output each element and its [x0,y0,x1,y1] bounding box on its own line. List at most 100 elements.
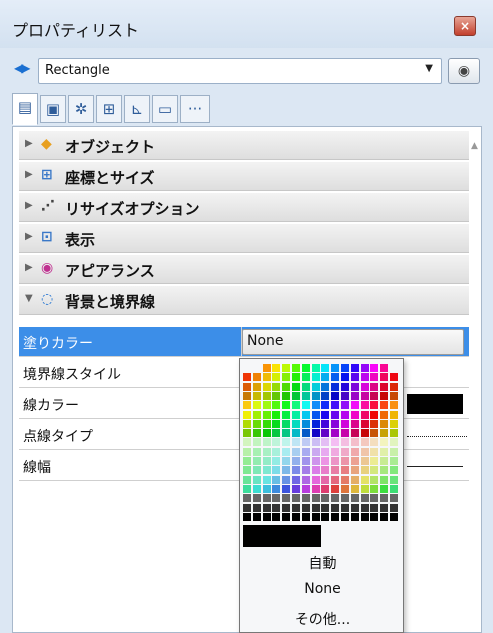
color-swatch[interactable] [341,447,349,456]
color-swatch[interactable] [272,438,281,447]
color-swatch[interactable] [272,429,281,438]
color-swatch[interactable] [252,447,261,456]
color-swatch[interactable] [272,401,281,410]
color-swatch[interactable] [321,447,330,456]
color-swatch[interactable] [262,401,271,410]
color-swatch[interactable] [370,447,379,456]
color-swatch[interactable] [390,438,398,447]
color-swatch[interactable] [380,484,389,493]
color-swatch[interactable] [282,475,291,484]
color-swatch[interactable] [282,438,291,447]
color-swatch[interactable] [390,373,398,382]
color-swatch[interactable] [301,494,310,503]
color-swatch[interactable] [262,364,271,372]
color-swatch[interactable] [282,512,291,521]
color-swatch[interactable] [243,512,251,521]
color-swatch[interactable] [252,438,261,447]
color-swatch[interactable] [360,447,369,456]
color-swatch[interactable] [370,391,379,400]
color-swatch[interactable] [321,438,330,447]
color-swatch[interactable] [331,494,340,503]
color-swatch[interactable] [380,512,389,521]
color-swatch[interactable] [341,475,349,484]
color-swatch[interactable] [243,382,251,391]
color-swatch[interactable] [282,391,291,400]
color-swatch[interactable] [341,484,349,493]
color-swatch[interactable] [301,382,310,391]
color-swatch[interactable] [282,373,291,382]
color-swatch[interactable] [350,457,359,465]
collapsed-triangle-icon[interactable]: ▶ [25,169,33,180]
scroll-up-icon[interactable]: ▲ [471,141,478,151]
color-swatch[interactable] [272,494,281,503]
color-swatch[interactable] [243,484,251,493]
color-swatch[interactable] [292,382,300,391]
color-swatch[interactable] [321,401,330,410]
color-swatch[interactable] [243,419,251,428]
color-swatch[interactable] [282,447,291,456]
color-swatch[interactable] [341,373,349,382]
color-swatch[interactable] [331,466,340,475]
color-swatch[interactable] [311,429,320,438]
color-swatch[interactable] [262,457,271,465]
color-swatch[interactable] [272,382,281,391]
color-swatch[interactable] [282,429,291,438]
color-swatch[interactable] [321,364,330,372]
color-swatch[interactable] [243,391,251,400]
color-swatch[interactable] [311,410,320,419]
color-swatch[interactable] [321,494,330,503]
line-color-swatch[interactable] [407,394,463,414]
color-swatch[interactable] [262,419,271,428]
color-swatch[interactable] [331,512,340,521]
more-colors-option[interactable]: その他... [240,609,405,629]
color-swatch[interactable] [350,475,359,484]
color-swatch[interactable] [370,494,379,503]
auto-color-option[interactable]: 自動 [240,553,405,573]
color-swatch[interactable] [321,466,330,475]
color-swatch[interactable] [301,512,310,521]
color-swatch[interactable] [341,391,349,400]
color-swatch[interactable] [341,457,349,465]
color-swatch[interactable] [331,447,340,456]
color-swatch[interactable] [272,419,281,428]
color-swatch[interactable] [262,391,271,400]
color-swatch[interactable] [252,494,261,503]
color-swatch[interactable] [282,484,291,493]
color-swatch[interactable] [350,401,359,410]
color-swatch[interactable] [390,382,398,391]
color-swatch[interactable] [282,364,291,372]
none-color-option[interactable]: None [240,581,405,597]
color-swatch[interactable] [360,410,369,419]
color-swatch[interactable] [321,457,330,465]
color-swatch[interactable] [292,494,300,503]
color-swatch[interactable] [350,438,359,447]
color-swatch[interactable] [390,401,398,410]
tab-monitor[interactable]: ▭ [152,95,178,123]
color-swatch[interactable] [301,419,310,428]
color-swatch[interactable] [360,438,369,447]
color-swatch[interactable] [370,475,379,484]
color-swatch[interactable] [321,429,330,438]
color-swatch[interactable] [292,475,300,484]
color-swatch[interactable] [370,512,379,521]
color-swatch[interactable] [360,373,369,382]
color-swatch[interactable] [243,373,251,382]
color-swatch[interactable] [272,364,281,372]
color-swatch[interactable] [243,494,251,503]
color-swatch[interactable] [380,447,389,456]
collapsed-triangle-icon[interactable]: ▶ [25,200,33,211]
color-swatch[interactable] [243,447,251,456]
color-swatch[interactable] [350,373,359,382]
close-button[interactable]: × [454,16,476,36]
color-swatch[interactable] [341,419,349,428]
color-swatch[interactable] [292,457,300,465]
color-swatch[interactable] [262,512,271,521]
section-header[interactable]: ▶ ⋰ リサイズオプション [19,193,469,222]
color-swatch[interactable] [380,382,389,391]
color-swatch[interactable] [292,391,300,400]
color-swatch[interactable] [282,503,291,512]
color-swatch[interactable] [301,475,310,484]
color-swatch[interactable] [272,447,281,456]
color-swatch[interactable] [292,419,300,428]
color-swatch[interactable] [243,475,251,484]
